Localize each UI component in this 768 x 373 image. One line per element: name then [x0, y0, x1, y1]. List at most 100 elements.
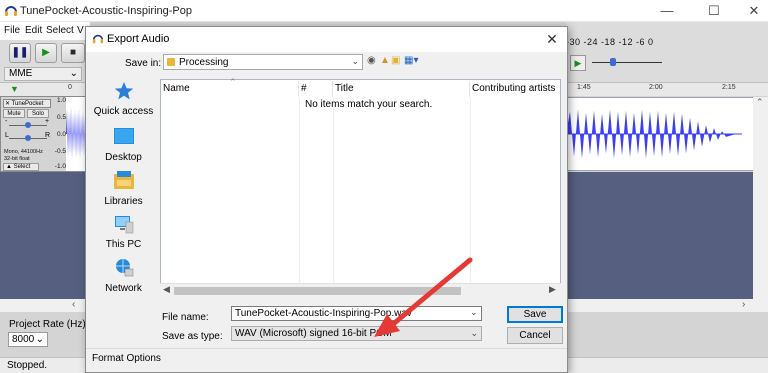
timeline-ruler-right[interactable]: 1:45 2:00 2:15: [566, 82, 768, 96]
save-as-type-label: Save as type:: [162, 331, 223, 342]
vertical-scrollbar[interactable]: ⌃: [753, 97, 768, 300]
speed-slider-knob[interactable]: [610, 58, 616, 66]
main-titlebar: TunePocket-Acoustic-Inspiring-Pop — ☐ ✕: [0, 0, 768, 22]
device-toolbar: MME ⌄: [0, 66, 86, 82]
save-as-type-value: WAV (Microsoft) signed 16-bit PCM: [235, 328, 392, 339]
project-rate-select[interactable]: 8000 ⌄: [8, 332, 48, 347]
scroll-right-icon[interactable]: ▶: [549, 284, 556, 295]
play-button[interactable]: ▶: [35, 43, 57, 63]
cancel-button[interactable]: Cancel: [507, 327, 563, 344]
track-name: TunePocket: [11, 101, 44, 107]
amplitude-tick: 0.5: [56, 114, 66, 121]
empty-track-area[interactable]: [0, 172, 86, 299]
save-in-label: Save in:: [125, 58, 162, 69]
amplitude-tick: 0.0: [56, 131, 66, 138]
menu-edit[interactable]: Edit: [25, 25, 42, 36]
scroll-right-icon[interactable]: ›: [742, 299, 745, 310]
file-name-input[interactable]: [231, 306, 482, 321]
place-label: This PC: [105, 239, 142, 250]
menu-select[interactable]: Select: [46, 25, 74, 36]
menubar: File Edit Select V: [0, 22, 90, 40]
save-as-type-select[interactable]: WAV (Microsoft) signed 16-bit PCM ⌄: [231, 326, 482, 341]
play-icon: ▶: [42, 47, 50, 58]
meter-scale: -30 -24 -18 -12 -6 0: [566, 37, 654, 47]
place-this-pc[interactable]: This PC: [89, 214, 158, 254]
file-list[interactable]: ⌃ Name # Title Contributing artists No i…: [160, 77, 562, 297]
back-icon[interactable]: ◉: [367, 55, 376, 66]
navigation-toolbar: ◉ ▲ ▣ ▦▾: [367, 54, 427, 70]
dialog-titlebar: Export Audio ✕: [86, 27, 567, 52]
empty-list-message: No items match your search.: [305, 99, 433, 110]
file-list-scrollbar[interactable]: ◀ ▶: [160, 283, 561, 297]
column-header-contributing-artists[interactable]: Contributing artists: [470, 81, 562, 97]
speed-slider[interactable]: [592, 62, 662, 63]
timeline-ruler-left[interactable]: ▼ 0: [0, 82, 86, 96]
track-name-menu[interactable]: ✕ TunePocket: [3, 99, 51, 108]
play-at-speed-button[interactable]: ▶: [570, 55, 586, 71]
close-icon[interactable]: ✕: [745, 3, 763, 19]
network-icon: [116, 259, 134, 277]
save-button[interactable]: Save: [507, 306, 563, 323]
chevron-down-icon[interactable]: ⌄: [470, 307, 478, 318]
place-desktop[interactable]: Desktop: [89, 127, 158, 167]
column-header-title[interactable]: Title: [333, 81, 470, 97]
save-in-select[interactable]: Processing ⌄: [163, 54, 363, 70]
divider: [86, 348, 567, 349]
gain-slider-knob[interactable]: [25, 122, 31, 128]
track-select-button[interactable]: ▲ Select: [3, 163, 39, 171]
waveform-left[interactable]: [66, 97, 86, 171]
place-quick-access[interactable]: Quick access: [89, 81, 158, 121]
dialog-title: Export Audio: [107, 33, 170, 45]
column-header-name[interactable]: Name: [161, 81, 299, 97]
minimize-icon[interactable]: —: [658, 3, 676, 19]
ruler-tick-0: 0: [68, 84, 72, 91]
place-label: Libraries: [104, 196, 143, 207]
scroll-left-icon[interactable]: ‹: [72, 299, 75, 310]
close-icon[interactable]: ✕: [543, 30, 561, 48]
pause-button[interactable]: ❚❚: [9, 43, 31, 63]
export-audio-dialog: Export Audio ✕ Save in: Processing ⌄ ◉ ▲…: [85, 26, 568, 373]
new-folder-icon[interactable]: ▣: [391, 55, 400, 66]
horizontal-scrollbar[interactable]: ›: [566, 299, 768, 312]
empty-track-area[interactable]: [566, 172, 753, 299]
save-in-value: Processing: [179, 57, 229, 68]
chevron-down-icon: ⌄: [69, 68, 78, 79]
scroll-up-icon[interactable]: ⌃: [756, 97, 764, 108]
pause-icon: ❚❚: [11, 47, 29, 58]
up-folder-icon[interactable]: ▲: [380, 55, 390, 66]
chevron-down-icon: ⌄: [35, 334, 44, 345]
track-sample-rate: Mono, 44100Hz: [4, 149, 43, 155]
this-pc-icon: [115, 216, 134, 234]
stop-icon: ■: [69, 47, 77, 58]
column-header-number[interactable]: #: [299, 81, 333, 97]
maximize-icon[interactable]: ☐: [705, 3, 723, 19]
desktop-icon: [114, 128, 134, 144]
scrollbar-thumb[interactable]: [174, 287, 461, 295]
selection-toolbar-right: [566, 312, 768, 357]
ruler-tick: 2:00: [649, 84, 663, 91]
track-sample-format: 32-bit float: [4, 155, 30, 162]
file-name-label: File name:: [162, 312, 209, 323]
waveform-right[interactable]: [566, 97, 753, 171]
transport-toolbar: ❚❚ ▶ ■: [0, 40, 86, 66]
stop-button[interactable]: ■: [61, 43, 85, 63]
pan-slider-knob[interactable]: [25, 135, 31, 141]
mute-button[interactable]: Mute: [3, 109, 25, 118]
solo-button[interactable]: Solo: [27, 109, 49, 118]
play-icon: ▶: [574, 58, 582, 68]
view-menu-icon[interactable]: ▦▾: [404, 55, 418, 66]
amplitude-tick: 1.0: [56, 97, 66, 104]
project-rate-label: Project Rate (Hz): [9, 319, 86, 330]
place-libraries[interactable]: Libraries: [89, 171, 158, 211]
horizontal-scrollbar[interactable]: ‹: [0, 299, 86, 312]
place-network[interactable]: Network: [89, 258, 158, 298]
menu-view[interactable]: V: [77, 25, 84, 36]
chevron-down-icon: ⌄: [351, 56, 359, 66]
menu-file[interactable]: File: [4, 25, 20, 36]
gain-minus-label: -: [5, 118, 8, 125]
place-label: Network: [105, 283, 142, 294]
audacity-icon: [92, 34, 104, 44]
scroll-left-icon[interactable]: ◀: [163, 284, 170, 295]
audio-host-select[interactable]: MME ⌄: [4, 67, 82, 81]
audio-host-value: MME: [9, 68, 33, 79]
